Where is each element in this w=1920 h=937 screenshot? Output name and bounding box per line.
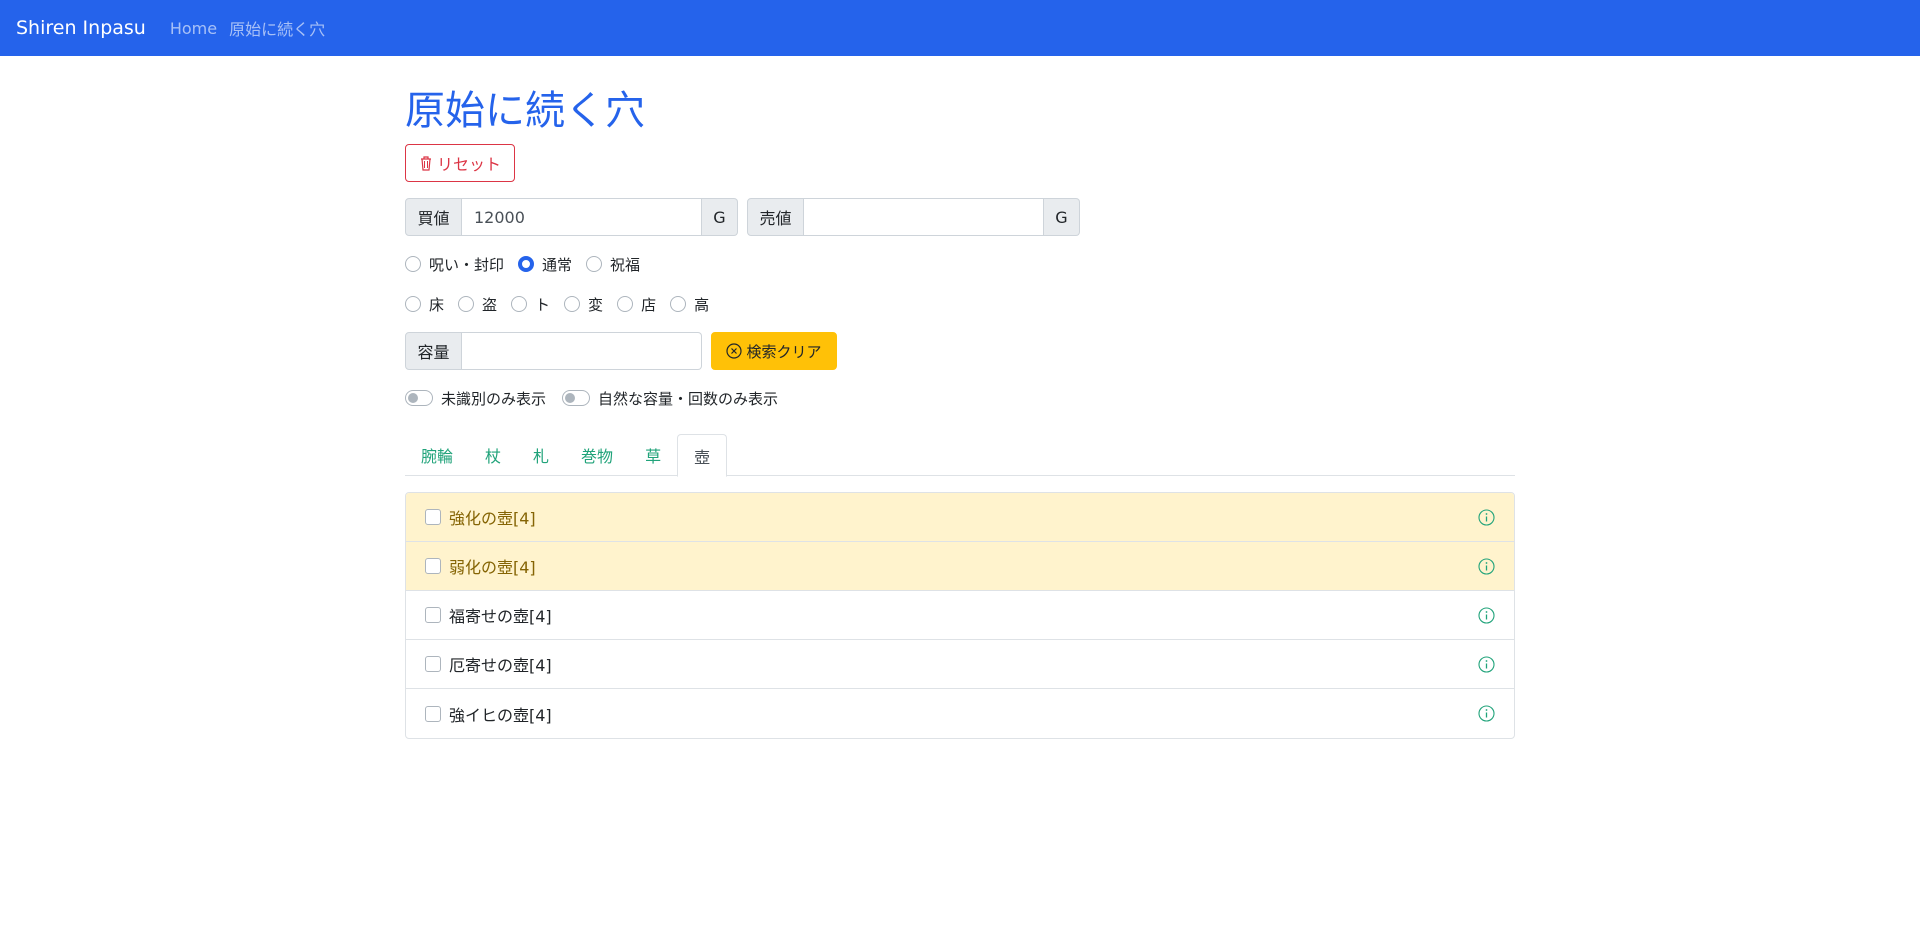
capacity-group: 容量 <box>405 332 702 370</box>
radio-source-steal-circle[interactable] <box>458 296 475 312</box>
radio-blessed-label: 祝福 <box>610 255 641 274</box>
info-icon[interactable] <box>1478 705 1495 722</box>
radio-source-shop-label: 店 <box>641 295 657 314</box>
search-clear-button[interactable]: 検索クリア <box>711 332 837 370</box>
radio-source-trap-circle[interactable] <box>511 296 528 312</box>
radio-cursed-label: 呪い・封印 <box>429 255 505 274</box>
source-radio-group: 床 盗 ト 変 店 高 <box>405 292 723 316</box>
item-label: 弱化の壺[4] <box>449 558 536 577</box>
reset-button[interactable]: リセット <box>405 144 515 182</box>
switch-natural[interactable]: 自然な容量・回数のみ表示 <box>562 388 778 409</box>
list-item[interactable]: 弱化の壺[4] <box>406 542 1514 591</box>
switch-natural-label: 自然な容量・回数のみ表示 <box>598 389 779 408</box>
nav-link-home[interactable]: Home <box>170 19 217 38</box>
capacity-label: 容量 <box>405 332 462 370</box>
info-icon[interactable] <box>1478 656 1495 673</box>
radio-source-floor-circle[interactable] <box>405 296 421 312</box>
radio-blessed[interactable]: 祝福 <box>586 254 640 275</box>
buy-price-label: 買値 <box>405 198 462 236</box>
radio-source-steal[interactable]: 盗 <box>458 294 497 315</box>
switch-unidentified-toggle[interactable] <box>405 390 433 406</box>
buy-price-unit: G <box>702 198 738 236</box>
switch-unidentified-label: 未識別のみ表示 <box>441 389 547 408</box>
item-category-tabs: 腕輪 杖 札 巻物 草 壺 <box>405 434 1515 477</box>
radio-source-high-label: 高 <box>694 295 710 314</box>
radio-blessed-circle[interactable] <box>586 256 603 272</box>
item-label: 強化の壺[4] <box>449 509 536 528</box>
item-label: 強イヒの壺[4] <box>449 705 552 725</box>
navbar: Shiren Inpasu Home 原始に続く穴 <box>0 0 1920 56</box>
radio-source-trap-label: ト <box>535 295 551 314</box>
sell-price-group: 売値 G <box>747 198 1080 236</box>
capacity-input[interactable] <box>462 332 702 370</box>
radio-normal-label: 通常 <box>542 255 573 274</box>
tab-card[interactable]: 札 <box>517 434 565 476</box>
tab-bracelet[interactable]: 腕輪 <box>405 434 469 476</box>
radio-source-floor-label: 床 <box>429 295 445 314</box>
info-icon[interactable] <box>1478 558 1495 575</box>
sell-price-input[interactable] <box>804 198 1044 236</box>
tab-staff[interactable]: 杖 <box>469 434 517 476</box>
item-checkbox[interactable] <box>425 656 441 672</box>
search-clear-label: 検索クリア <box>746 342 822 361</box>
item-checkbox[interactable] <box>425 607 441 623</box>
item-label: 厄寄せの壺[4] <box>449 656 552 675</box>
filter-switches: 未識別のみ表示 自然な容量・回数のみ表示 <box>405 386 794 410</box>
item-checkbox[interactable] <box>425 705 441 722</box>
radio-source-change-circle[interactable] <box>564 296 581 312</box>
info-icon[interactable] <box>1478 509 1495 526</box>
list-item[interactable]: 福寄せの壺[4] <box>406 591 1514 640</box>
switch-unidentified[interactable]: 未識別のみ表示 <box>405 388 546 409</box>
page-title: 原始に続く穴 <box>405 88 645 134</box>
switch-natural-toggle[interactable] <box>562 390 591 406</box>
sell-price-unit: G <box>1044 198 1080 236</box>
status-radio-group: 呪い・封印 通常 祝福 <box>405 252 654 276</box>
tab-pot[interactable]: 壺 <box>677 434 728 477</box>
buy-price-input[interactable] <box>462 198 702 236</box>
list-item[interactable]: 強化の壺[4] <box>406 493 1514 542</box>
brand-link[interactable]: Shiren Inpasu <box>16 17 146 39</box>
radio-source-trap[interactable]: ト <box>511 294 550 315</box>
radio-source-steal-label: 盗 <box>482 295 498 314</box>
item-list: 強化の壺[4] 弱化の壺[4] 福寄せの壺[4] 厄寄せの壺[4] 強イヒの壺[… <box>405 492 1515 739</box>
radio-source-high[interactable]: 高 <box>670 294 709 315</box>
radio-source-change-label: 変 <box>588 295 604 314</box>
item-checkbox[interactable] <box>425 509 441 525</box>
trash-icon <box>420 156 431 171</box>
reset-label: リセット <box>436 155 501 174</box>
radio-source-change[interactable]: 変 <box>564 294 603 315</box>
list-item[interactable]: 強イヒの壺[4] <box>406 689 1514 738</box>
info-icon[interactable] <box>1478 607 1495 624</box>
radio-source-floor[interactable]: 床 <box>405 294 444 315</box>
buy-price-group: 買値 G <box>405 198 738 236</box>
radio-source-shop-circle[interactable] <box>617 296 634 312</box>
radio-cursed-circle[interactable] <box>405 256 421 272</box>
circle-x-icon <box>726 343 743 359</box>
item-checkbox[interactable] <box>425 558 441 574</box>
tab-scroll[interactable]: 巻物 <box>565 434 629 476</box>
nav-link-current[interactable]: 原始に続く穴 <box>229 16 325 40</box>
radio-source-high-circle[interactable] <box>670 296 687 312</box>
item-label: 福寄せの壺[4] <box>449 607 552 626</box>
radio-cursed[interactable]: 呪い・封印 <box>405 254 504 275</box>
sell-price-label: 売値 <box>747 198 804 236</box>
radio-normal[interactable]: 通常 <box>518 254 572 275</box>
radio-normal-circle[interactable] <box>518 256 535 272</box>
radio-source-shop[interactable]: 店 <box>617 294 656 315</box>
tab-herb[interactable]: 草 <box>629 434 677 476</box>
list-item[interactable]: 厄寄せの壺[4] <box>406 640 1514 689</box>
